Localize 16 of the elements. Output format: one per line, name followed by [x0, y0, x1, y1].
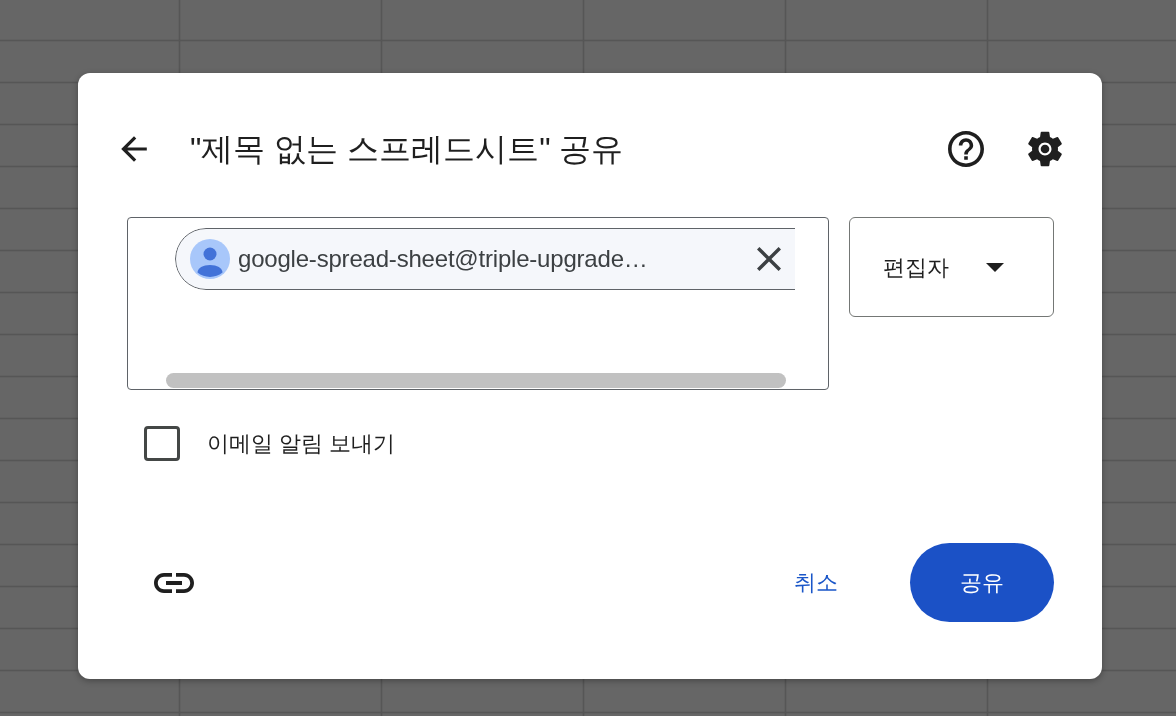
recipient-email: google-spread-sheet@triple-upgrade… [238, 244, 648, 274]
share-button[interactable]: 공유 [910, 543, 1054, 622]
recipient-chip[interactable]: google-spread-sheet@triple-upgrade… [175, 228, 795, 290]
notify-label: 이메일 알림 보내기 [207, 430, 396, 458]
checkbox[interactable] [144, 426, 180, 461]
recipients-field[interactable]: google-spread-sheet@triple-upgrade… [127, 217, 829, 390]
dialog-title: "제목 없는 스프레드시트" 공유 [190, 130, 624, 169]
link-icon[interactable] [154, 572, 194, 593]
settings-icon[interactable] [1027, 131, 1063, 167]
help-icon[interactable] [948, 131, 984, 167]
person-avatar-icon [190, 239, 230, 279]
close-icon[interactable] [757, 247, 781, 271]
cancel-button[interactable]: 취소 [776, 558, 856, 607]
horizontal-scrollbar[interactable] [166, 373, 786, 388]
caret-down-icon [986, 262, 1004, 272]
role-dropdown[interactable]: 편집자 [849, 217, 1054, 317]
